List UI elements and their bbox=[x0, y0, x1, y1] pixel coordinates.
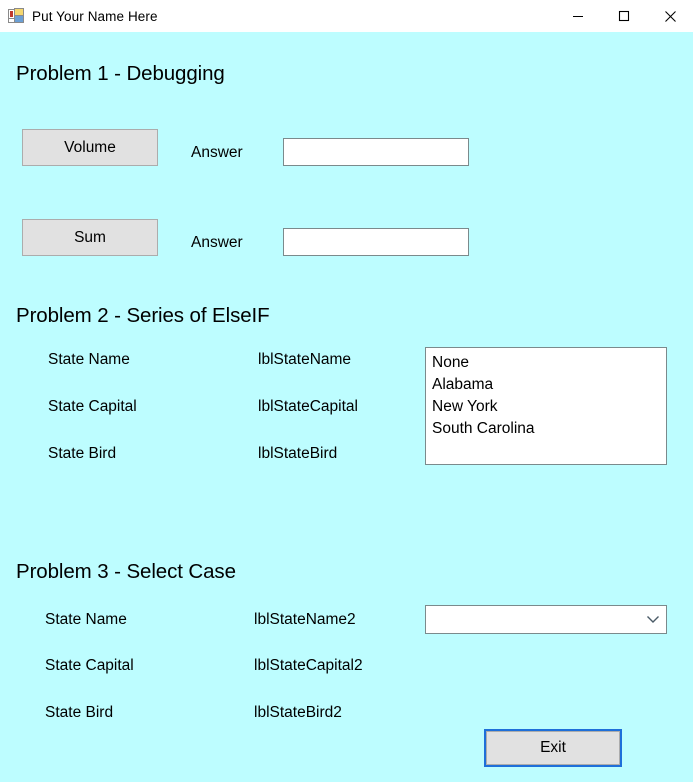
volume-answer-label: Answer bbox=[191, 144, 243, 161]
problem2-state-capital-value: lblStateCapital bbox=[258, 398, 358, 415]
title-bar: Put Your Name Here bbox=[0, 0, 693, 32]
problem3-heading: Problem 3 - Select Case bbox=[16, 560, 236, 583]
problem3-state-bird-caption: State Bird bbox=[45, 704, 114, 721]
problem2-heading: Problem 2 - Series of ElseIF bbox=[16, 304, 270, 327]
state-combobox[interactable] bbox=[425, 605, 667, 634]
problem2-state-name-caption: State Name bbox=[48, 351, 130, 368]
sum-answer-label: Answer bbox=[191, 234, 243, 251]
list-item[interactable]: Alabama bbox=[430, 374, 666, 396]
window-title: Put Your Name Here bbox=[32, 8, 158, 24]
list-item[interactable]: South Carolina bbox=[430, 418, 666, 440]
close-button[interactable] bbox=[647, 0, 693, 32]
application-window: Put Your Name Here Problem 1 - Debugging bbox=[0, 0, 693, 782]
state-listbox[interactable]: None Alabama New York South Carolina bbox=[425, 347, 667, 465]
exit-button[interactable]: Exit bbox=[484, 729, 622, 767]
minimize-icon bbox=[573, 16, 583, 17]
problem2-state-bird-caption: State Bird bbox=[48, 445, 117, 462]
close-icon bbox=[664, 10, 676, 22]
problem3-state-name-caption: State Name bbox=[45, 611, 127, 628]
list-item[interactable]: None bbox=[430, 352, 666, 374]
volume-answer-input[interactable] bbox=[283, 138, 469, 166]
problem2-state-bird-value: lblStateBird bbox=[258, 445, 338, 462]
problem3-state-bird-value: lblStateBird2 bbox=[254, 704, 342, 721]
problem1-heading: Problem 1 - Debugging bbox=[16, 62, 225, 85]
sum-button[interactable]: Sum bbox=[22, 219, 158, 256]
minimize-button[interactable] bbox=[555, 0, 601, 32]
problem2-state-name-value: lblStateName bbox=[258, 351, 352, 368]
maximize-button[interactable] bbox=[601, 0, 647, 32]
vb-form-icon bbox=[8, 8, 24, 24]
problem3-state-name-value: lblStateName2 bbox=[254, 611, 356, 628]
maximize-icon bbox=[618, 10, 630, 22]
problem2-state-capital-caption: State Capital bbox=[48, 398, 137, 415]
window-controls bbox=[555, 0, 693, 32]
volume-button[interactable]: Volume bbox=[22, 129, 158, 166]
sum-answer-input[interactable] bbox=[283, 228, 469, 256]
chevron-down-icon[interactable] bbox=[640, 606, 666, 633]
list-item[interactable]: New York bbox=[430, 396, 666, 418]
problem3-state-capital-caption: State Capital bbox=[45, 657, 134, 674]
problem3-state-capital-value: lblStateCapital2 bbox=[254, 657, 363, 674]
